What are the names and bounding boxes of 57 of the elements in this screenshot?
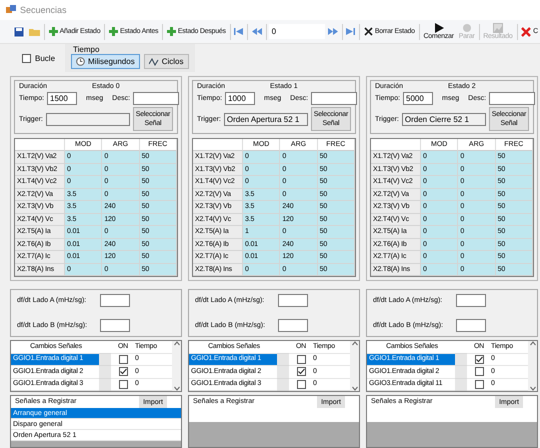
window-title: Secuencias [20,5,67,15]
trigger-field[interactable]: Orden Apertura 52 1 [224,112,308,126]
desc-field[interactable] [133,92,180,105]
scroll-up-icon[interactable] [174,341,180,346]
dfdt-b-field[interactable] [278,319,308,332]
plus-icon [108,27,118,36]
scrollbar[interactable] [350,341,359,391]
plus-icon [166,27,176,36]
folder-icon [29,27,40,36]
save-icon [14,26,24,36]
checkbox[interactable] [474,367,484,376]
desc-field[interactable] [489,92,536,105]
checkbox[interactable] [118,380,128,389]
checkbox[interactable] [118,367,128,376]
loop-label: Bucle [35,54,56,62]
scrollbar[interactable] [528,341,537,391]
close-icon [521,26,532,36]
scroll-up-icon[interactable] [530,341,536,346]
scroll-down-icon[interactable] [174,386,180,391]
scrollbar[interactable] [172,341,181,391]
fast-forward-icon [328,27,338,36]
dfdt-a-field[interactable] [456,294,486,307]
time-field[interactable]: 1500 [47,92,78,105]
dfdt-a-field[interactable] [278,294,308,307]
time-unit-button[interactable]: Ciclos [144,54,188,69]
image-icon [492,23,503,33]
skip-back-icon [234,27,244,36]
checkbox[interactable] [296,367,306,376]
loop-checkbox[interactable] [22,54,31,62]
trigger-field[interactable]: Orden Cierre 52 1 [402,112,486,126]
checkbox[interactable] [474,380,484,389]
scroll-up-icon[interactable] [352,341,358,346]
play-icon [434,23,444,33]
clock-icon [76,57,86,66]
dfdt-b-field[interactable] [100,319,130,332]
group-title: Tiempo [72,45,100,54]
checkbox[interactable] [296,380,306,389]
scroll-down-icon[interactable] [530,386,536,391]
desc-field[interactable] [311,92,358,105]
checkbox[interactable] [296,354,306,364]
trigger-field[interactable] [46,112,130,126]
time-field[interactable]: 1000 [225,92,256,105]
scroll-down-icon[interactable] [352,386,358,391]
checkbox[interactable] [118,354,128,364]
skip-forward-icon [346,27,356,36]
time-field[interactable]: 5000 [403,92,434,105]
state-number-field[interactable]: 0 [268,24,325,39]
rewind-icon [252,27,262,36]
dfdt-a-field[interactable] [100,294,130,307]
checkbox[interactable] [474,354,484,364]
dfdt-b-field[interactable] [456,319,486,332]
close-icon [364,27,373,36]
time-unit-button[interactable]: Milisegundos [71,54,140,69]
app-icon [6,5,16,15]
plus-icon [48,27,58,36]
stop-icon [462,23,472,33]
wave-icon [148,58,159,66]
